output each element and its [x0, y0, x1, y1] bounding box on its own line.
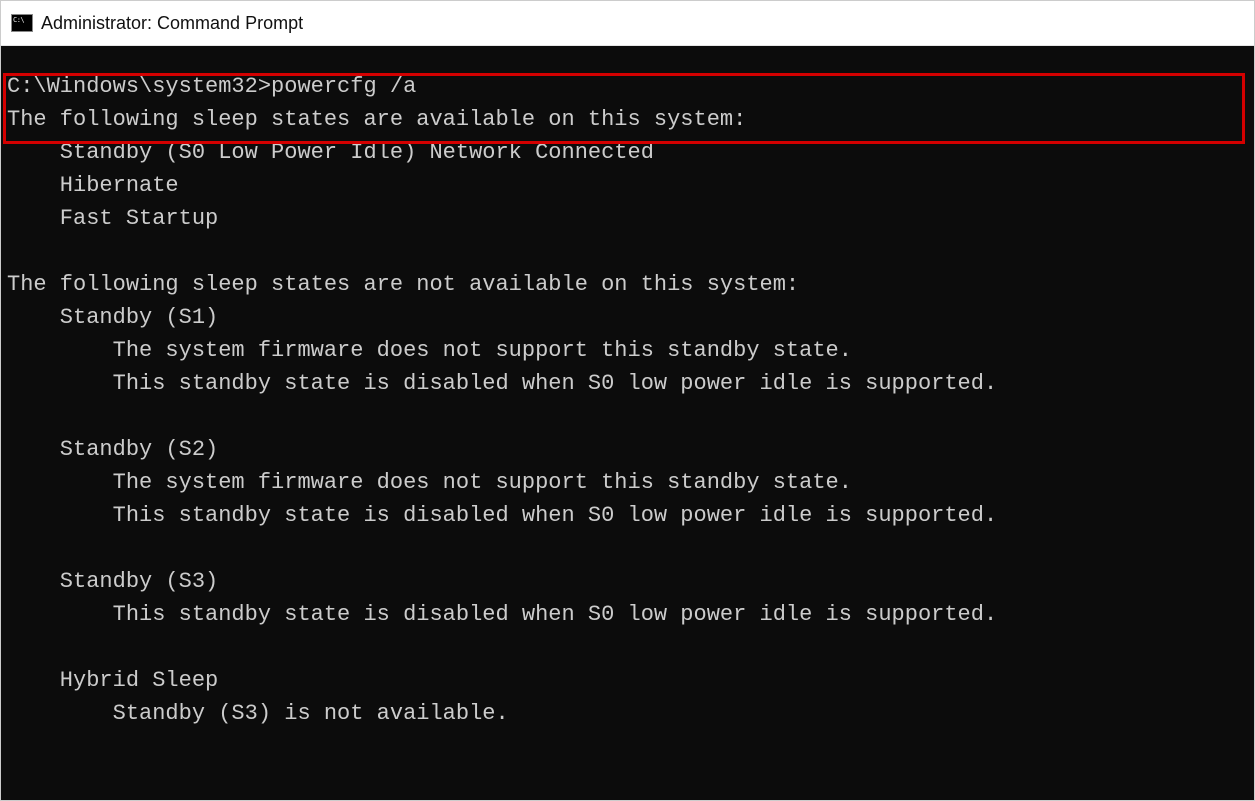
window-title: Administrator: Command Prompt: [41, 13, 303, 34]
terminal-output[interactable]: C:\Windows\system32>powercfg /a The foll…: [1, 46, 1254, 800]
command-prompt-window: Administrator: Command Prompt C:\Windows…: [0, 0, 1255, 801]
cmd-icon: [11, 14, 33, 32]
annotation-highlight: [3, 73, 1245, 144]
titlebar[interactable]: Administrator: Command Prompt: [1, 1, 1254, 46]
